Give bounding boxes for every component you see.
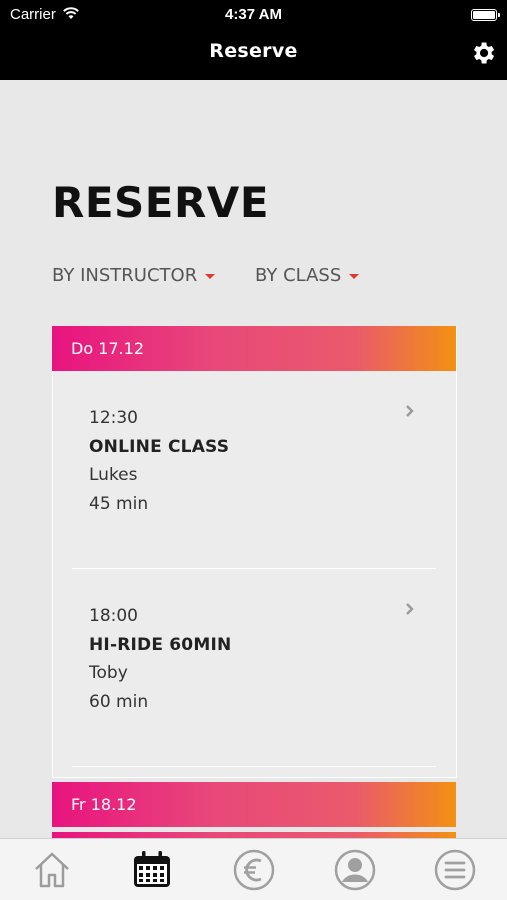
session-instructor: Toby <box>89 663 128 683</box>
filter-by-class[interactable]: BY CLASS <box>255 265 360 286</box>
filter-by-instructor[interactable]: BY INSTRUCTOR <box>52 265 216 286</box>
tab-bar <box>0 838 507 900</box>
calendar-icon[interactable] <box>130 848 174 892</box>
profile-icon[interactable] <box>333 848 377 892</box>
session-duration: 60 min <box>89 692 149 712</box>
filter-class-label: BY CLASS <box>255 265 342 286</box>
gear-icon[interactable] <box>469 39 497 67</box>
chevron-right-icon[interactable] <box>404 404 416 418</box>
day-header: Fr 18.12 <box>52 782 456 827</box>
nav-title: Reserve <box>209 40 298 62</box>
class-session[interactable]: 12:30 ONLINE CLASS Lukes 45 min <box>89 408 229 514</box>
session-instructor: Lukes <box>89 465 138 485</box>
divider <box>72 568 436 569</box>
chevron-right-icon[interactable] <box>404 602 416 616</box>
top-bar: Carrier 4:37 AM Reserve <box>0 0 507 80</box>
session-title: ONLINE CLASS <box>89 437 230 457</box>
battery-icon <box>471 9 500 21</box>
menu-icon[interactable] <box>433 848 477 892</box>
caret-down-icon <box>349 274 360 279</box>
session-title: HI-RIDE 60MIN <box>89 635 232 655</box>
session-time: 18:00 <box>89 606 138 626</box>
filter-instructor-label: BY INSTRUCTOR <box>52 265 198 286</box>
euro-icon[interactable] <box>232 848 276 892</box>
page-title: RESERVE <box>52 178 270 227</box>
status-time: 4:37 AM <box>225 6 282 23</box>
day-header: Do 17.12 <box>52 326 456 371</box>
session-time: 12:30 <box>89 408 138 428</box>
divider <box>72 766 436 767</box>
session-duration: 45 min <box>89 494 149 514</box>
home-icon[interactable] <box>30 848 74 892</box>
caret-down-icon <box>205 274 216 279</box>
status-bar: Carrier 4:37 AM <box>0 4 507 24</box>
class-session[interactable]: 18:00 HI-RIDE 60MIN Toby 60 min <box>89 606 231 712</box>
